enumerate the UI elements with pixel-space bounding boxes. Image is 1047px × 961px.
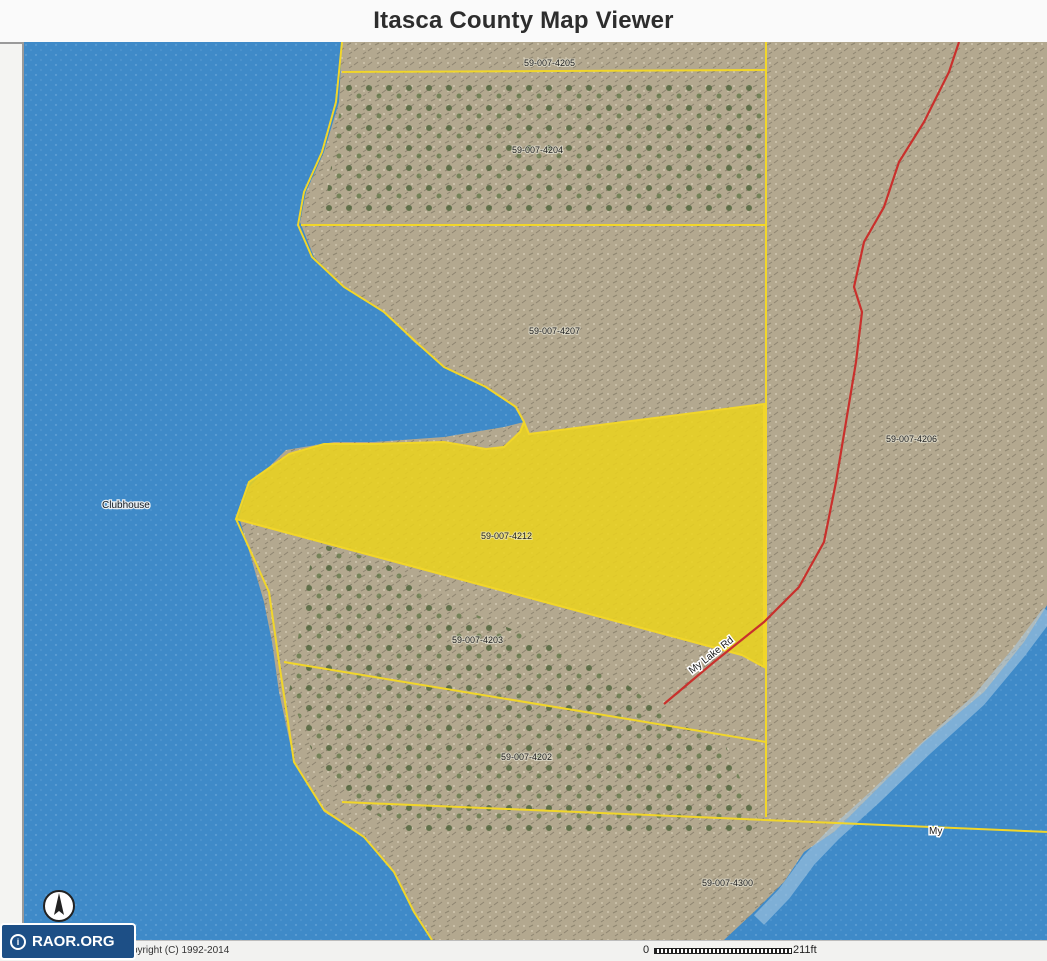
north-arrow-icon [43, 890, 75, 922]
parcel-label-4203[interactable]: 59-007-4203 [451, 634, 504, 646]
page-title: Itasca County Map Viewer [373, 7, 674, 34]
map-canvas[interactable]: 59-007-4205 59-007-4204 59-007-4207 59-0… [24, 42, 1047, 940]
parcel-label-4202[interactable]: 59-007-4202 [500, 751, 553, 763]
title-bar: Itasca County Map Viewer [0, 0, 1047, 44]
road-label-my: My [929, 826, 942, 837]
parcel-label-4207[interactable]: 59-007-4207 [528, 325, 581, 337]
info-icon: i [10, 933, 26, 950]
scale-bar [654, 948, 792, 954]
raor-watermark: i RAOR.ORG [0, 923, 136, 960]
status-bar: pyright (C) 1992-2014 0 211ft [0, 940, 1047, 961]
map-viewer[interactable]: 59-007-4205 59-007-4204 59-007-4207 59-0… [22, 42, 1047, 940]
copyright-text: pyright (C) 1992-2014 [132, 945, 230, 956]
raor-watermark-text: RAOR.ORG [32, 933, 115, 950]
place-label-clubhouse: Clubhouse [102, 500, 150, 511]
parcel-label-4205[interactable]: 59-007-4205 [523, 57, 576, 69]
parcel-label-4300[interactable]: 59-007-4300 [701, 877, 754, 889]
parcel-label-4212[interactable]: 59-007-4212 [480, 530, 533, 542]
scale-distance-label: 211ft [793, 944, 817, 956]
parcel-label-4204[interactable]: 59-007-4204 [511, 144, 564, 156]
scale-start-label: 0 [643, 944, 650, 956]
parcel-label-4206[interactable]: 59-007-4206 [885, 433, 938, 445]
